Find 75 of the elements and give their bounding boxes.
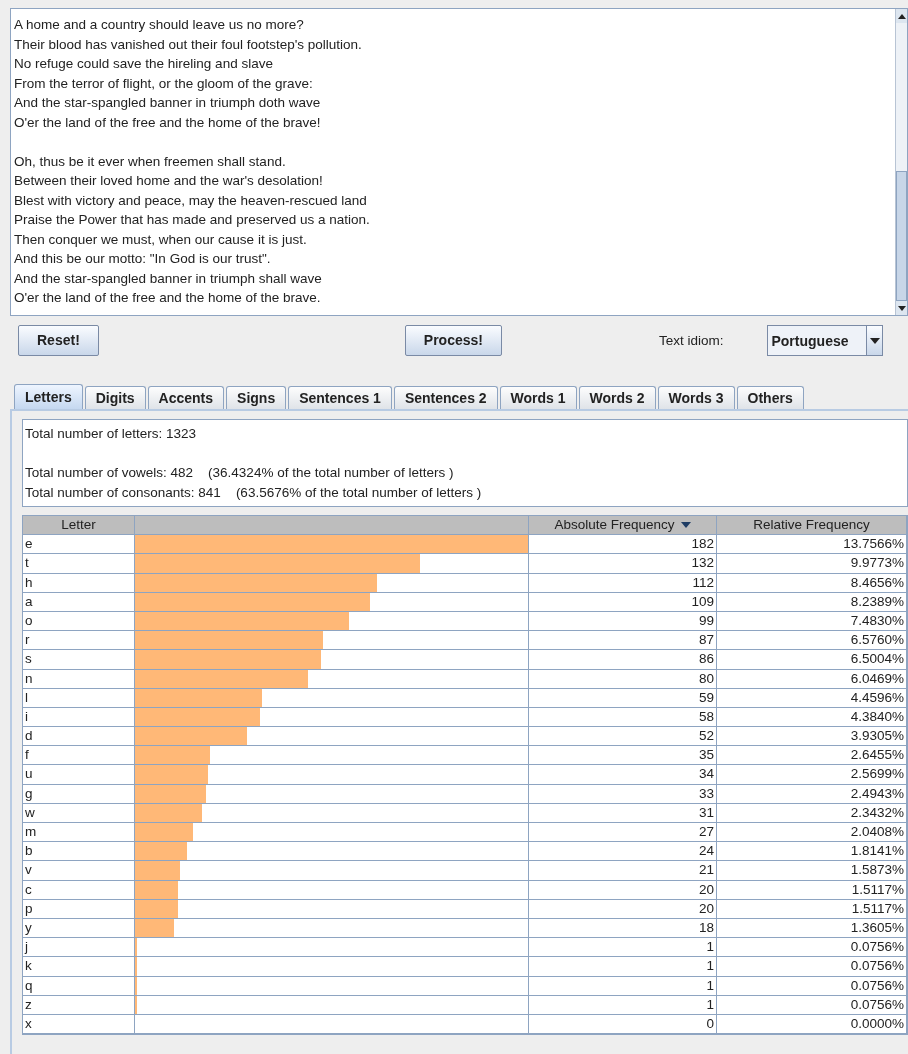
text-line: And this be our motto: "In God is our trust". [14, 250, 272, 268]
scroll-thumb[interactable] [896, 171, 907, 301]
text-line: And the star-spangled banner in triumph doth wave [14, 94, 322, 112]
tab[interactable]: Letters [14, 384, 83, 409]
scroll-up-icon[interactable] [897, 13, 906, 19]
table-cell: 2.5699% [717, 765, 907, 785]
tab[interactable]: Others [736, 386, 804, 409]
text-line: Oh, thus be it ever when freemen shall stand. [14, 152, 287, 171]
table-cell: 2.4943% [717, 784, 907, 804]
table-cell: 1 [529, 976, 717, 996]
text-line: No refuge could save the hireling and slave [14, 55, 274, 73]
text-line: From the terror of flight, or the gloom of the grave: [14, 74, 314, 93]
text-line: Their blood has vanished out their foul footstep's pollution. [14, 35, 363, 54]
table-cell: 8.2389% [717, 592, 907, 612]
text-area[interactable] [10, 8, 908, 316]
table-cell: 0.0756% [717, 995, 907, 1015]
table-cell: 0.0000% [717, 1014, 907, 1035]
scrollbar[interactable] [895, 9, 907, 315]
table-cell: 9.9773% [717, 554, 907, 574]
table-cell: 6.5004% [717, 650, 907, 670]
reset-button[interactable]: Reset! [18, 325, 99, 356]
table-cell: 1 [529, 957, 717, 977]
column-header[interactable]: Relative Frequency [717, 516, 907, 536]
tab[interactable]: Accents [147, 386, 225, 409]
tab[interactable]: Sentences 1 [288, 386, 392, 409]
tab[interactable]: Sentences 2 [393, 386, 498, 409]
header-label: Relative Frequency [753, 516, 870, 535]
text-line: Between their loved home and the war's desolation! [14, 172, 324, 190]
table-cell: 6.0469% [717, 669, 907, 689]
table-cell: 1.5873% [717, 861, 907, 881]
text-line: O'er the land of the free and the home of the brave! [14, 113, 322, 132]
summary-text: Total number of letters: 1323 [25, 425, 198, 443]
table-cell: 20 [529, 899, 717, 919]
table-cell: 132 [529, 554, 717, 574]
summary-text: Total number of consonants: 841 (63.5676% of the total number of letters ) [25, 483, 483, 502]
tab[interactable]: Words 3 [657, 386, 735, 409]
process-button[interactable]: Process! [404, 325, 502, 356]
tab[interactable]: Signs [226, 386, 287, 409]
table-cell: 59 [529, 688, 717, 708]
table-cell: 0 [529, 1014, 717, 1035]
header-label: Absolute Frequency [554, 516, 675, 535]
text-line: Blest with victory and peace, may the heaven-rescued land [14, 191, 368, 210]
table-cell: 8.4656% [717, 573, 907, 593]
header-label: Letter [61, 516, 96, 535]
tab[interactable]: Digits [84, 386, 146, 409]
table-cell: 0.0756% [717, 957, 907, 977]
column-header[interactable]: Absolute Frequency [529, 516, 717, 536]
column-header[interactable]: Letter [23, 516, 135, 536]
text-line: Then conquer we must, when our cause it is just. [14, 230, 308, 249]
text-line: A home and a country should leave us no more? [14, 16, 305, 34]
table-cell: 80 [529, 669, 717, 689]
text-line: Praise the Power that has made and preserved us a nation. [14, 211, 371, 229]
table-cell: 20 [529, 880, 717, 900]
table-cell: 112 [529, 573, 717, 593]
table-cell: 34 [529, 765, 717, 785]
idiom-label: Text idiom: [658, 332, 724, 350]
text-line: O'er the land of the free and the home of the brave. [14, 289, 322, 307]
caret-icon [870, 337, 880, 344]
scroll-down-icon[interactable] [897, 305, 906, 311]
sort-icon [680, 522, 691, 529]
table-cell: 1 [529, 995, 717, 1015]
table-cell: 0.0756% [717, 976, 907, 996]
table-cell: 4.4596% [717, 688, 907, 708]
tab[interactable]: Words 1 [499, 386, 577, 409]
table-cell: 33 [529, 784, 717, 804]
text-line: And the star-spangled banner in triumph shall wave [14, 269, 323, 288]
table-cell: x [23, 1014, 135, 1035]
table-cell: 109 [529, 592, 717, 612]
table-cell: 1.5117% [717, 899, 907, 919]
idiom-dropdown[interactable]: Portuguese [767, 325, 884, 356]
table-cell: 1.5117% [717, 880, 907, 900]
table-cell: 86 [529, 650, 717, 670]
tab[interactable]: Words 2 [578, 386, 656, 409]
table-cell: 21 [529, 861, 717, 881]
summary-text: Total number of vowels: 482 (36.4324% of the total number of letters ) [25, 464, 455, 482]
